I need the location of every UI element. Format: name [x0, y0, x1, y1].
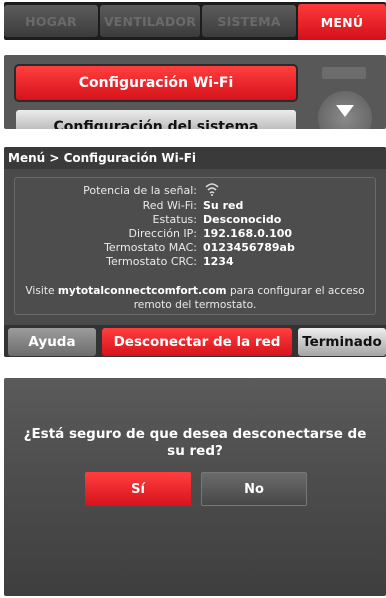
- info-value: Su red: [203, 199, 244, 212]
- info-key: Potencia de la señal:: [83, 184, 197, 197]
- confirm-question: ¿Está seguro de que desea desconectarse …: [23, 426, 367, 459]
- info-key: Termostato MAC:: [104, 241, 197, 254]
- info-value: 1234: [203, 255, 234, 268]
- info-row: Red Wi-Fi: Su red: [15, 199, 375, 212]
- confirm-dialog: ¿Está seguro de que desea desconectarse …: [4, 378, 386, 596]
- info-row: Termostato CRC: 1234: [15, 255, 375, 268]
- info-value: 0123456789ab: [203, 241, 295, 254]
- tab-ventilador[interactable]: VENTILADOR: [100, 5, 200, 37]
- scroll-down-button[interactable]: [318, 91, 372, 129]
- wifi-setup-button[interactable]: Configuración Wi-Fi: [16, 66, 296, 100]
- info-key: Termostato CRC:: [106, 255, 197, 268]
- no-button[interactable]: No: [201, 472, 307, 506]
- tab-bar: HOGAR VENTILADOR SISTEMA MENÚ: [4, 2, 386, 40]
- website-link: mytotalconnectcomfort.com: [57, 285, 227, 297]
- wifi-signal-icon: [205, 182, 219, 199]
- note-prefix: Visite: [25, 285, 58, 297]
- wifi-footer: Ayuda Desconectar de la red Terminado: [4, 325, 386, 357]
- system-setup-button[interactable]: Configuración del sistema: [16, 110, 296, 129]
- info-key: Red Wi-Fi:: [142, 199, 197, 212]
- info-row: Potencia de la señal:: [15, 182, 375, 199]
- done-button[interactable]: Terminado: [298, 328, 386, 356]
- scroll-indicator: [322, 67, 366, 79]
- info-value: 192.168.0.100: [203, 227, 293, 240]
- yes-button[interactable]: Sí: [85, 472, 191, 506]
- info-row: Dirección IP: 192.168.0.100: [15, 227, 375, 240]
- info-row: Estatus: Desconocido: [15, 213, 375, 226]
- breadcrumb: Menú > Configuración Wi-Fi: [4, 147, 386, 169]
- wifi-config-panel: Menú > Configuración Wi-Fi Potencia de l…: [4, 147, 386, 357]
- tab-hogar[interactable]: HOGAR: [4, 5, 98, 37]
- wifi-info-box: Potencia de la señal: Red Wi-Fi: Su red …: [14, 177, 376, 315]
- chevron-down-icon: [336, 105, 354, 117]
- info-key: Estatus:: [152, 213, 197, 226]
- disconnect-button[interactable]: Desconectar de la red: [102, 328, 292, 356]
- remote-access-note: Visite mytotalconnectcomfort.com para co…: [15, 284, 375, 312]
- tab-sistema[interactable]: SISTEMA: [202, 5, 296, 37]
- help-button[interactable]: Ayuda: [8, 328, 96, 356]
- info-row: Termostato MAC: 0123456789ab: [15, 241, 375, 254]
- menu-list-panel: Configuración Wi-Fi Configuración del si…: [4, 55, 386, 129]
- tab-menu[interactable]: MENÚ: [298, 4, 386, 40]
- info-key: Dirección IP:: [128, 227, 197, 240]
- info-value: Desconocido: [203, 213, 282, 226]
